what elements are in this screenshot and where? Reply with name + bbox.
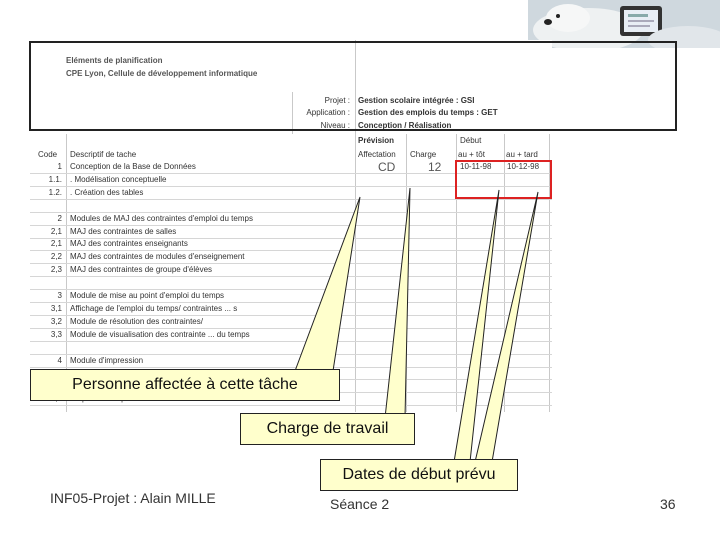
charge-pointer bbox=[384, 187, 411, 419]
footer-session: Séance 2 bbox=[330, 496, 390, 512]
callout-charge: Charge de travail bbox=[240, 413, 415, 445]
footer-page-number: 36 bbox=[660, 496, 676, 512]
callout-person: Personne affectée à cette tâche bbox=[30, 369, 340, 401]
person-pointer bbox=[294, 196, 361, 372]
footer-author: INF05-Projet : Alain MILLE bbox=[50, 490, 216, 506]
callout-dates: Dates de début prévu bbox=[320, 459, 518, 491]
